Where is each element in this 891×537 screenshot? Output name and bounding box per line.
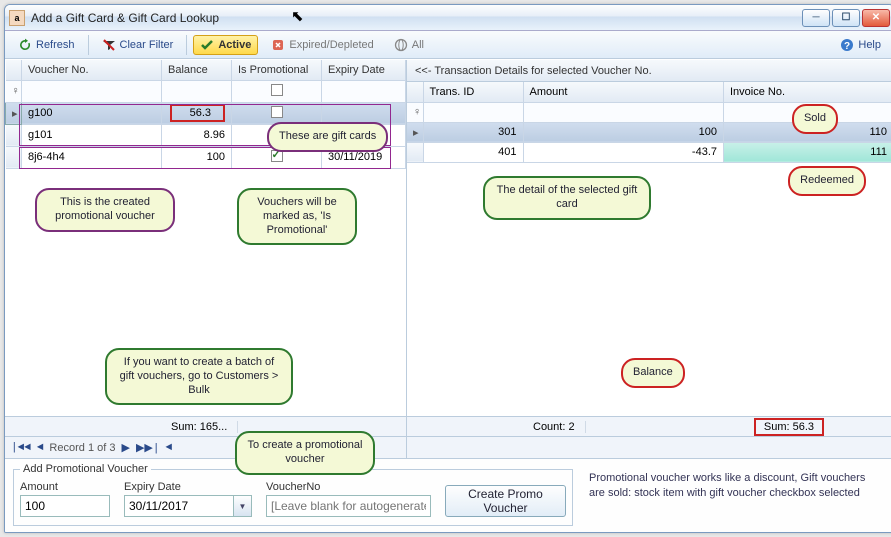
expired-icon bbox=[271, 38, 285, 52]
callout-marked-promo: Vouchers will be marked as, 'Is Promotio… bbox=[237, 188, 357, 245]
col-balance[interactable]: Balance bbox=[162, 60, 232, 80]
cell-promo bbox=[232, 102, 322, 124]
toolbar: Refresh Clear Filter Active Expired/Depl… bbox=[5, 31, 891, 59]
table-row[interactable]: ▸ g100 56.3 bbox=[6, 102, 406, 124]
filter-expired-label: Expired/Depleted bbox=[289, 39, 373, 51]
transaction-header: <<- Transaction Details for selected Vou… bbox=[407, 60, 891, 82]
filter-marker: ♀ bbox=[6, 80, 22, 102]
help-button[interactable]: ? Help bbox=[833, 35, 888, 55]
help-label: Help bbox=[858, 39, 881, 51]
voucher-grid-pane: Voucher No. Balance Is Promotional Expir… bbox=[5, 60, 407, 458]
maximize-button[interactable]: ☐ bbox=[832, 9, 860, 27]
table-row[interactable]: 401 -43.7 111 bbox=[407, 142, 891, 162]
filter-active-button[interactable]: Active bbox=[193, 35, 258, 55]
titlebar: a Add a Gift Card & Gift Card Lookup ─ ☐… bbox=[5, 5, 891, 31]
expiry-label: Expiry Date bbox=[124, 481, 252, 493]
nav-prev[interactable]: ◄ bbox=[37, 442, 44, 454]
cell-expiry bbox=[322, 102, 406, 124]
cell-invoice: 111 bbox=[724, 142, 891, 162]
filter-all-button[interactable]: All bbox=[387, 35, 431, 55]
minimize-button[interactable]: ─ bbox=[802, 9, 830, 27]
clear-filter-icon bbox=[102, 38, 116, 52]
cell-voucher: g100 bbox=[22, 102, 162, 124]
help-icon: ? bbox=[840, 38, 854, 52]
add-promo-panel: To create a promotional voucher Add Prom… bbox=[5, 458, 891, 532]
transaction-pane: <<- Transaction Details for selected Vou… bbox=[407, 60, 891, 458]
col-invoice[interactable]: Invoice No. bbox=[724, 82, 891, 102]
nav-next[interactable]: ▶ bbox=[121, 441, 129, 455]
filter-voucher[interactable] bbox=[22, 80, 162, 102]
refresh-icon bbox=[18, 38, 32, 52]
nav-reset[interactable]: ◄ bbox=[165, 442, 172, 454]
voucherno-label: VoucherNo bbox=[266, 481, 431, 493]
col-amount[interactable]: Amount bbox=[523, 82, 724, 102]
filter-balance[interactable] bbox=[162, 80, 232, 102]
cell-balance: 100 bbox=[162, 146, 232, 168]
callout-selected-detail: The detail of the selected gift card bbox=[483, 176, 651, 220]
add-promo-legend: Add Promotional Voucher bbox=[20, 463, 151, 475]
check-icon bbox=[200, 38, 214, 52]
cell-voucher: g101 bbox=[22, 124, 162, 146]
voucherno-input[interactable] bbox=[266, 495, 431, 517]
clear-filter-label: Clear Filter bbox=[120, 39, 174, 51]
amount-input[interactable] bbox=[20, 495, 110, 517]
nav-first[interactable]: |◄◄ bbox=[11, 442, 31, 454]
refresh-button[interactable]: Refresh bbox=[11, 35, 82, 55]
refresh-label: Refresh bbox=[36, 39, 75, 51]
callout-balance: Balance bbox=[621, 358, 685, 388]
cell-amount: -43.7 bbox=[523, 142, 724, 162]
voucher-grid[interactable]: Voucher No. Balance Is Promotional Expir… bbox=[5, 60, 406, 169]
filter-promo[interactable] bbox=[232, 80, 322, 102]
promo-help-text: Promotional voucher works like a discoun… bbox=[585, 463, 888, 501]
callout-created-promo: This is the created promotional voucher bbox=[35, 188, 175, 232]
callout-create-promo: To create a promotional voucher bbox=[235, 431, 375, 475]
nav-last[interactable]: ▶▶| bbox=[136, 441, 160, 455]
amount-label: Amount bbox=[20, 481, 110, 493]
close-button[interactable]: ✕ bbox=[862, 9, 890, 27]
filter-active-label: Active bbox=[218, 39, 251, 51]
col-expiry[interactable]: Expiry Date bbox=[322, 60, 406, 80]
col-tid[interactable]: Trans. ID bbox=[423, 82, 523, 102]
filter-all-label: All bbox=[412, 39, 424, 51]
cell-amount: 100 bbox=[523, 122, 724, 142]
create-promo-button[interactable]: Create Promo Voucher bbox=[445, 485, 566, 517]
cell-voucher: 8j6-4h4 bbox=[22, 146, 162, 168]
window: ⬉ a Add a Gift Card & Gift Card Lookup ─… bbox=[4, 4, 891, 533]
cell-tid: 401 bbox=[423, 142, 523, 162]
cell-balance: 56.3 bbox=[170, 104, 225, 122]
callout-batch: If you want to create a batch of gift vo… bbox=[105, 348, 293, 405]
filter-expired-button[interactable]: Expired/Depleted bbox=[264, 35, 380, 55]
transaction-sum: Sum: 56.3 bbox=[754, 418, 824, 436]
nav-text: Record 1 of 3 bbox=[49, 442, 115, 454]
voucher-sum: Sum: 165... bbox=[161, 421, 238, 433]
filter-expiry[interactable] bbox=[322, 80, 406, 102]
expiry-dropdown-button[interactable]: ▼ bbox=[234, 495, 252, 517]
callout-sold: Sold bbox=[792, 104, 838, 134]
row-marker: ▸ bbox=[6, 102, 22, 124]
callout-giftcards: These are gift cards bbox=[267, 122, 388, 152]
globe-icon bbox=[394, 38, 408, 52]
window-title: Add a Gift Card & Gift Card Lookup bbox=[31, 11, 802, 25]
callout-redeemed: Redeemed bbox=[788, 166, 866, 196]
transaction-count: Count: 2 bbox=[523, 421, 586, 433]
cell-balance: 8.96 bbox=[162, 124, 232, 146]
expiry-input[interactable] bbox=[124, 495, 234, 517]
transaction-summary: Count: 2 Sum: 56.3 bbox=[407, 416, 891, 436]
col-promo[interactable]: Is Promotional bbox=[232, 60, 322, 80]
app-icon: a bbox=[9, 10, 25, 26]
clear-filter-button[interactable]: Clear Filter bbox=[95, 35, 181, 55]
svg-text:?: ? bbox=[844, 41, 850, 52]
col-voucher[interactable]: Voucher No. bbox=[22, 60, 162, 80]
cell-tid: 301 bbox=[423, 122, 523, 142]
